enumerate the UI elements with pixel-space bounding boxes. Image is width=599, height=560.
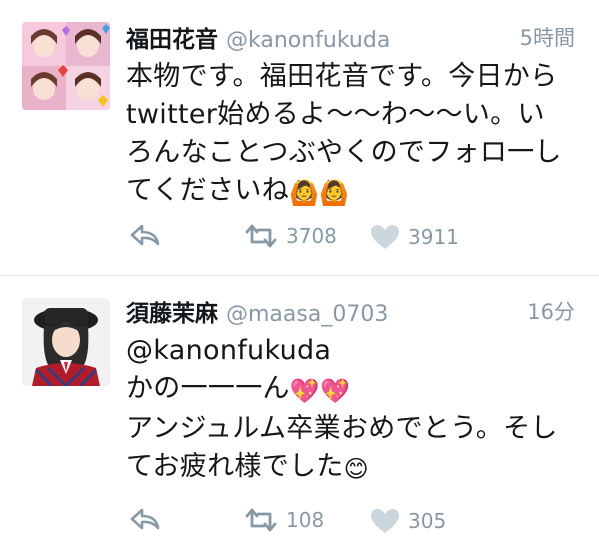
tweet-header: 須藤茉麻 @maasa_0703 16分 (126, 294, 575, 327)
timestamp[interactable]: 5時間 (520, 22, 575, 52)
retweet-icon (245, 508, 277, 532)
retweet-count: 3708 (286, 224, 337, 248)
retweet-icon (245, 224, 277, 248)
tweet-text-content: アンジュルム卒業おめでとう。そし てお疲れ様でした (126, 413, 558, 482)
avatar[interactable] (22, 22, 110, 110)
emoji: 🙆🙆 (289, 179, 350, 207)
like-button[interactable]: 305 (370, 508, 446, 534)
like-button[interactable]: 3911 (370, 224, 459, 250)
reply-button[interactable] (130, 224, 160, 246)
tweet[interactable]: 福田花音 @kanonfukuda 5時間 本物です。福田花音です。今日から tw… (0, 0, 599, 275)
retweet-button[interactable]: 108 (244, 508, 324, 532)
reply-icon (130, 224, 160, 246)
heart-icon (371, 509, 399, 533)
display-name[interactable]: 福田花音 (126, 27, 218, 53)
avatar-image (22, 298, 110, 386)
timeline: 福田花音 @kanonfukuda 5時間 本物です。福田花音です。今日から tw… (0, 0, 599, 560)
tweet-text-content: かの一一一ん (126, 373, 290, 404)
emoji: 💖💖 (289, 377, 351, 405)
tweet-text: 本物です。福田花音です。今日から twitter始めるよ〜〜わ〜〜い。い ろんな… (126, 58, 579, 212)
tweet-header: 福田花音 @kanonfukuda 5時間 (126, 20, 575, 53)
user-handle[interactable]: @maasa_0703 (226, 302, 388, 327)
like-count: 3911 (408, 225, 459, 249)
avatar[interactable] (22, 298, 110, 386)
timestamp[interactable]: 16分 (527, 296, 575, 326)
reply-button[interactable] (130, 508, 160, 530)
retweet-count: 108 (286, 508, 325, 532)
emoji: 😊 (343, 455, 369, 483)
avatar-collage-image (22, 22, 110, 110)
like-count: 305 (408, 509, 447, 533)
user-handle[interactable]: @kanonfukuda (226, 28, 390, 53)
tweet[interactable]: 須藤茉麻 @maasa_0703 16分 @kanonfukuda かの一一一ん💖… (0, 276, 599, 560)
heart-icon (371, 225, 399, 249)
reply-icon (130, 508, 160, 530)
mention-link[interactable]: @kanonfukuda (126, 335, 331, 366)
retweet-button[interactable]: 3708 (244, 224, 337, 248)
tweet-text: @kanonfukuda かの一一一ん💖💖 アンジュルム卒業おめでとう。そし て… (126, 332, 579, 488)
display-name[interactable]: 須藤茉麻 (126, 301, 218, 327)
